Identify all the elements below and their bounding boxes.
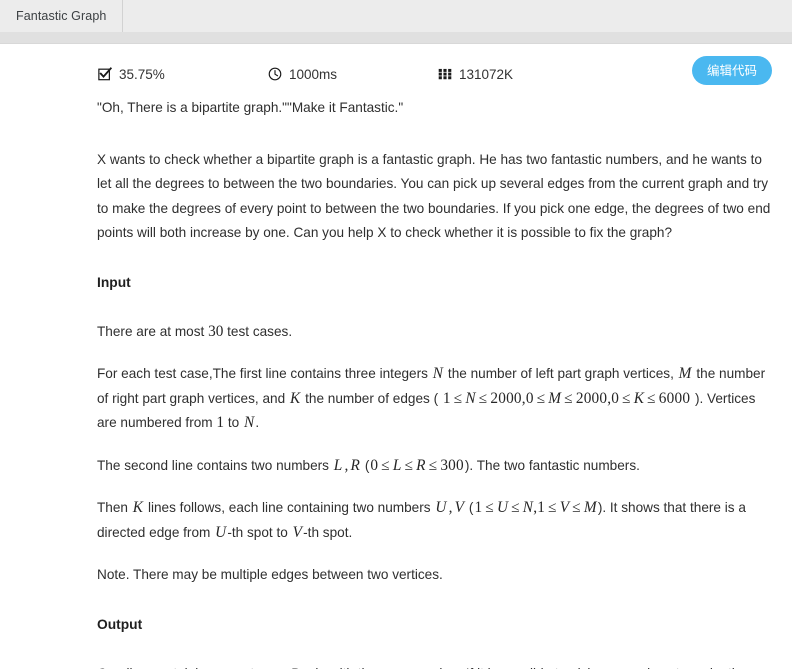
math-K: K [132, 499, 144, 516]
var: M [548, 389, 562, 407]
val: 2000 [575, 389, 608, 407]
text: The second line contains two numbers [97, 457, 333, 473]
le: ≤ [536, 389, 546, 407]
text: For each test case,The first line contai… [97, 366, 432, 381]
var: N [522, 499, 534, 516]
le: ≤ [647, 389, 656, 407]
le: ≤ [404, 456, 414, 474]
text: the number of left part graph vertices, [444, 366, 678, 381]
output-section-heading: Output [97, 616, 143, 632]
time-limit-value: 1000ms [289, 66, 338, 82]
input-paragraph-2: For each test case,The first line contai… [97, 362, 772, 436]
problem-page: 35.75% 1000ms 131072K 编辑代码 "Oh, There is… [0, 44, 792, 669]
input-paragraph-3: The second line contains two numbers L,R… [97, 454, 772, 479]
accepted-ratio-value: 35.75% [119, 66, 165, 82]
problem-quote: "Oh, There is a bipartite graph.""Make i… [97, 100, 404, 115]
memory-limit-value: 131072K [459, 66, 514, 82]
problem-content: 35.75% 1000ms 131072K 编辑代码 "Oh, There is… [0, 44, 792, 669]
edit-code-button[interactable]: 编辑代码 [691, 56, 772, 85]
le: ≤ [572, 499, 581, 516]
val: 1 [442, 389, 451, 407]
stat-time-limit: 1000ms [267, 67, 437, 82]
sep: , [344, 456, 349, 474]
input-paragraph-4: Then K lines follows, each line containi… [97, 496, 772, 545]
var: V [559, 499, 570, 516]
le: ≤ [564, 389, 573, 407]
math-1: 1 [216, 414, 225, 431]
math-M: M [678, 365, 692, 382]
browser-tab-title: Fantastic Graph [16, 9, 107, 23]
le: ≤ [478, 389, 488, 407]
text: -th spot to [227, 524, 292, 540]
math-R: R [350, 456, 361, 474]
math-N: N [243, 414, 255, 431]
input-paragraph-1: There are at most 30 test cases. [97, 320, 772, 345]
val: 0 [611, 389, 620, 407]
output-paragraph: One line containing a sentence. Begin wi… [97, 662, 772, 669]
le: ≤ [428, 456, 438, 474]
le: ≤ [453, 389, 463, 407]
text: One line containing a sentence. Begin wi… [97, 666, 747, 669]
browser-tab-strip: Fantastic Graph [0, 0, 792, 32]
problem-stats-bar: 35.75% 1000ms 131072K 编辑代码 [97, 44, 772, 96]
val: 2000 [490, 389, 522, 407]
var: K [633, 389, 645, 407]
le: ≤ [622, 389, 631, 407]
math-K: K [289, 389, 301, 407]
stat-accepted-ratio: 35.75% [97, 67, 267, 82]
math-V: V [454, 499, 465, 516]
val: 1 [537, 499, 546, 516]
input-section-heading: Input [97, 274, 131, 290]
math-V: V [292, 523, 303, 541]
browser-toolbar-strip [0, 32, 792, 44]
text: lines follows, each line containing two … [144, 500, 435, 515]
constraint-n: 1 ≤ N ≤2000,0 ≤ M ≤2000,0 ≤ K ≤6000 [442, 390, 691, 407]
val: 300 [440, 456, 464, 474]
text: ). The two fantastic numbers. [464, 457, 640, 473]
le: ≤ [381, 456, 390, 474]
var: U [496, 499, 509, 516]
le: ≤ [485, 499, 494, 516]
math-30: 30 [208, 322, 224, 340]
val: 6000 [658, 389, 691, 407]
text: -th spot. [303, 524, 353, 540]
math-U: U [435, 499, 447, 516]
constraint-uv: 1 ≤ U ≤ N,1 ≤ V ≤ M [473, 499, 597, 516]
browser-tab[interactable]: Fantastic Graph [0, 0, 124, 32]
input-note: Note. There may be multiple edges betwee… [97, 567, 443, 582]
le: ≤ [511, 499, 520, 516]
text: test cases. [223, 323, 293, 339]
var: N [465, 389, 476, 407]
grid-icon [437, 67, 452, 82]
var: L [392, 456, 402, 474]
clock-icon [267, 67, 282, 82]
var: R [416, 456, 426, 474]
text: to [224, 415, 243, 430]
tab-strip-empty-area [123, 0, 792, 32]
constraint-lr: 0 ≤ L ≤ R ≤300 [369, 457, 465, 474]
math-L: L [333, 456, 343, 474]
text: Then [97, 500, 132, 515]
check-square-icon [97, 67, 112, 82]
math-U: U [215, 523, 227, 541]
text: There are at most [97, 323, 209, 339]
sep: , [448, 499, 453, 516]
problem-description: X wants to check whether a bipartite gra… [97, 151, 771, 241]
text: . [255, 415, 260, 430]
val: 0 [525, 389, 534, 407]
var: M [583, 499, 597, 516]
stat-memory-limit: 131072K [437, 67, 607, 82]
le: ≤ [548, 499, 557, 516]
math-N: N [432, 365, 444, 382]
text: the number of edges ( [301, 390, 442, 406]
